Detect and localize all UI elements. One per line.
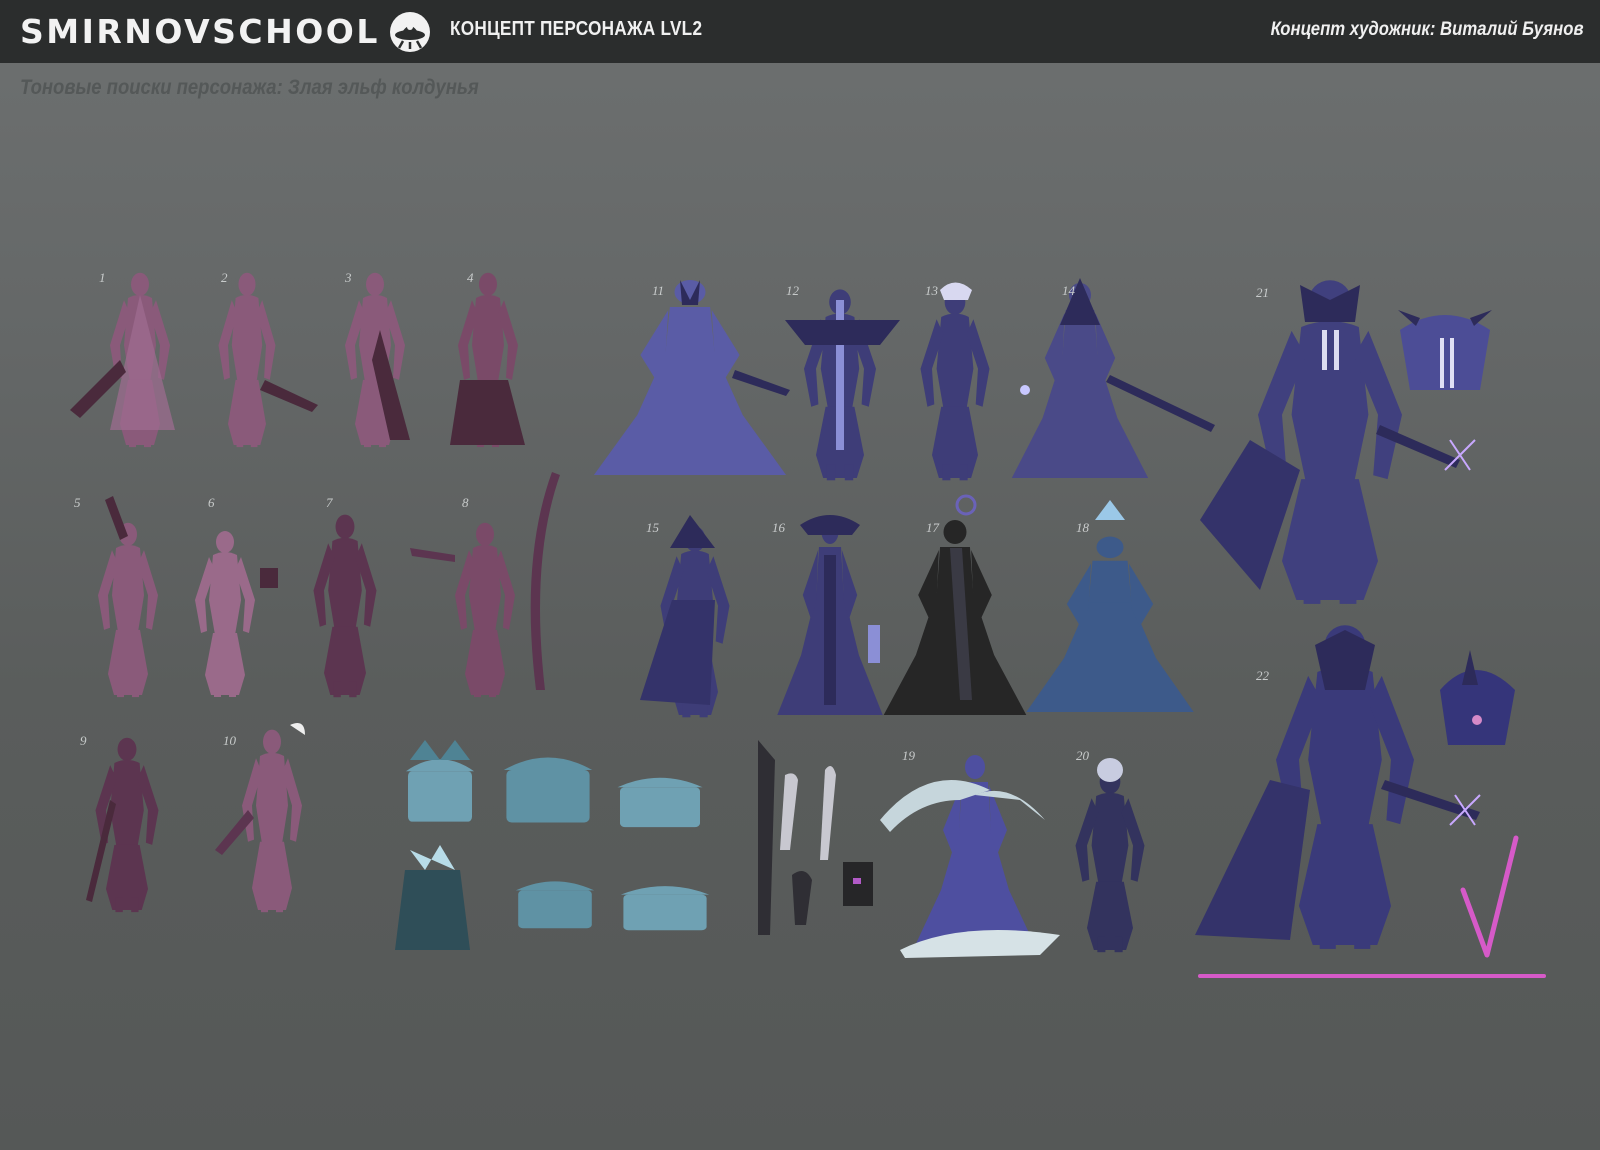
- figure-1: [70, 272, 175, 448]
- approval-checkmark: [1460, 835, 1519, 958]
- figure-22-head-study: [1440, 650, 1515, 745]
- figure-number-3: 3: [344, 270, 352, 285]
- figure-number-15: 15: [646, 520, 660, 535]
- chest-2: [503, 757, 593, 823]
- chest-5: [620, 886, 710, 931]
- figure-8: [410, 472, 560, 698]
- figure-number-5: 5: [74, 495, 81, 510]
- figure-13: [920, 282, 1030, 481]
- figure-22: [1195, 625, 1481, 949]
- chest-4: [515, 881, 595, 929]
- figure-11: [593, 280, 790, 475]
- figure-number-9: 9: [80, 733, 87, 748]
- figure-2: [218, 272, 318, 448]
- figure-number-14: 14: [1062, 283, 1076, 298]
- figure-7: [313, 514, 377, 698]
- figure-21-head-study: [1398, 310, 1492, 390]
- figure-group-blue: [593, 278, 1515, 958]
- figure-17: [883, 494, 1027, 715]
- figure-number-21: 21: [1256, 285, 1269, 300]
- figure-9: [86, 737, 159, 913]
- figure-number-6: 6: [208, 495, 215, 510]
- chest-3: [617, 777, 703, 828]
- figure-10: [215, 722, 305, 913]
- figure-number-19: 19: [902, 748, 916, 763]
- chest-1: [406, 740, 474, 822]
- figure-5: [98, 496, 158, 698]
- figure-number-13: 13: [925, 283, 939, 298]
- figure-number-10: 10: [223, 733, 237, 748]
- figure-6: [195, 531, 278, 697]
- figure-15: [640, 515, 730, 718]
- figure-16: [777, 515, 883, 715]
- figure-18: [1026, 500, 1194, 712]
- figure-12: [785, 289, 900, 481]
- figure-group-magenta: [70, 272, 560, 913]
- figure-14: [1011, 278, 1215, 478]
- figure-3: [345, 272, 410, 448]
- figure-number-2: 2: [221, 270, 228, 285]
- figure-number-11: 11: [652, 283, 664, 298]
- figure-number-8: 8: [462, 495, 469, 510]
- figure-19: [880, 755, 1060, 958]
- weapon-prop-studies: [758, 740, 873, 935]
- figure-4: [450, 272, 525, 448]
- concept-sheet-artwork: 1 2 3 4 5 6 7 8 9 10 11 12 13 14 15 16 1…: [70, 270, 1546, 978]
- figure-20: [1075, 758, 1145, 953]
- figure-number-7: 7: [326, 495, 333, 510]
- chest-prop-studies: [395, 740, 710, 950]
- figure-number-22: 22: [1256, 668, 1270, 683]
- figure-number-18: 18: [1076, 520, 1090, 535]
- figure-number-17: 17: [926, 520, 940, 535]
- figure-number-16: 16: [772, 520, 786, 535]
- figure-number-4: 4: [467, 270, 474, 285]
- figure-number-20: 20: [1076, 748, 1090, 763]
- tall-chest: [395, 845, 470, 950]
- figure-number-12: 12: [786, 283, 800, 298]
- figure-number-1: 1: [99, 270, 106, 285]
